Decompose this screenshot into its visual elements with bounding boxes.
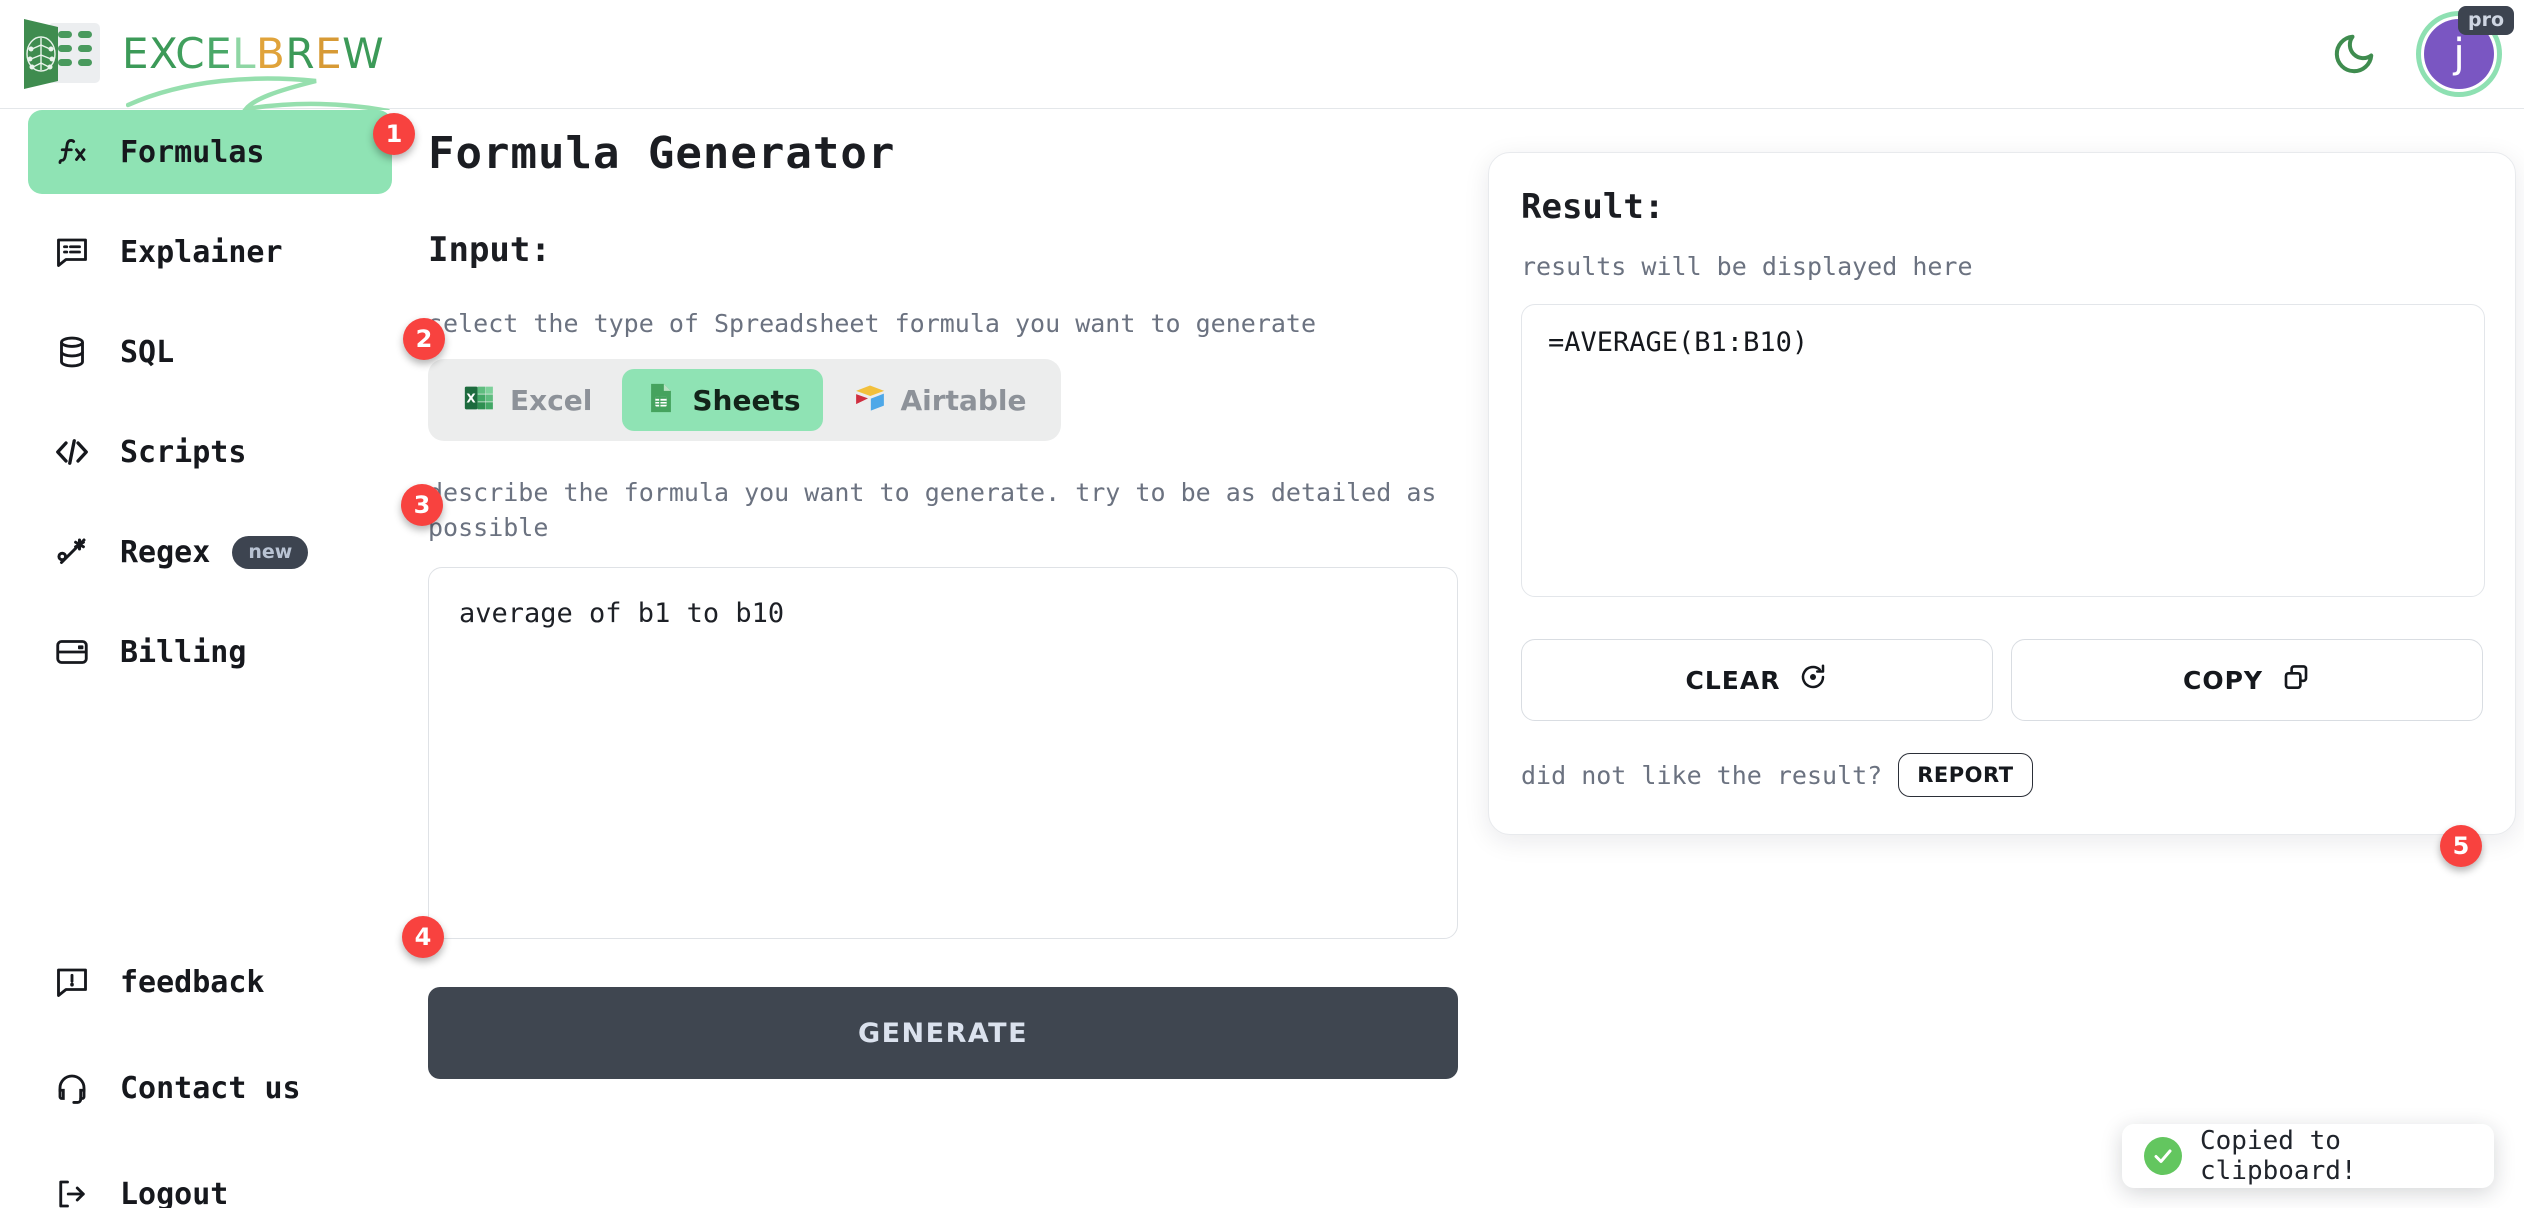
sidebar-badge-new: new <box>232 536 308 569</box>
result-title: Result: <box>1521 187 2483 227</box>
formula-description-input[interactable]: average of b1 to b10 <box>428 567 1458 939</box>
brand-letter: E <box>205 29 232 78</box>
sidebar-item-label: Regex <box>120 535 210 570</box>
brand-letter: E <box>122 29 149 78</box>
code-icon <box>54 434 102 470</box>
sidebar-footer: feedback Contact us <box>0 940 420 1208</box>
feedback-icon <box>54 964 102 1000</box>
check-circle-icon <box>2144 1137 2182 1175</box>
result-output[interactable]: =AVERAGE(B1:B10) <box>1521 304 2485 597</box>
brain-spreadsheet-logo-icon <box>18 15 110 93</box>
credit-card-icon <box>54 634 102 670</box>
sidebar-item-contact-us[interactable]: Contact us <box>28 1046 392 1130</box>
sidebar-item-label: Explainer <box>120 235 283 270</box>
annotation-marker-3: 3 <box>401 484 443 526</box>
avatar[interactable]: j pro <box>2416 11 2502 97</box>
page-title: Formula Generator <box>428 128 895 179</box>
reset-arrow-icon <box>1798 662 1828 698</box>
sidebar-item-explainer[interactable]: Explainer <box>28 210 392 294</box>
copy-button-label: COPY <box>2183 666 2263 695</box>
brand-wordmark: EXCELBREW <box>122 33 384 75</box>
sidebar-item-feedback[interactable]: feedback <box>28 940 392 1024</box>
pro-badge: pro <box>2458 6 2514 35</box>
sidebar-item-label: Contact us <box>120 1071 301 1106</box>
type-option-airtable[interactable]: Airtable <box>831 369 1049 431</box>
sidebar-item-logout[interactable]: Logout <box>28 1152 392 1208</box>
annotation-marker-5: 5 <box>2440 825 2482 867</box>
regex-icon <box>54 534 102 570</box>
brand-letter: E <box>315 29 342 78</box>
type-option-sheets[interactable]: Sheets <box>622 369 822 431</box>
explainer-icon <box>54 234 102 270</box>
type-option-excel[interactable]: X Excel <box>440 369 614 431</box>
type-option-label: Airtable <box>901 384 1027 417</box>
sidebar-item-label: Logout <box>120 1177 228 1208</box>
moon-icon[interactable] <box>2326 26 2382 82</box>
clear-button[interactable]: CLEAR <box>1521 639 1993 721</box>
brand-letter: B <box>256 29 285 78</box>
describe-hint: describe the formula you want to generat… <box>428 475 1458 545</box>
brand-letter: X <box>149 29 175 78</box>
sheets-icon <box>644 381 678 419</box>
report-question: did not like the result? <box>1521 758 1882 793</box>
app-header: EXCELBREW j pro <box>0 0 2524 109</box>
generate-button[interactable]: GENERATE <box>428 987 1458 1079</box>
clear-button-label: CLEAR <box>1686 666 1781 695</box>
report-row: did not like the result? REPORT <box>1521 753 2483 797</box>
input-column: Input: select the type of Spreadsheet fo… <box>428 230 1458 1079</box>
sidebar-item-label: SQL <box>120 335 174 370</box>
annotation-marker-4: 4 <box>402 916 444 958</box>
type-hint: select the type of Spreadsheet formula y… <box>428 306 1458 341</box>
sidebar-item-label: Billing <box>120 635 246 670</box>
sidebar: Formulas Explainer <box>0 110 420 1208</box>
brand-letter: W <box>342 29 384 78</box>
report-button[interactable]: REPORT <box>1898 753 2032 797</box>
excel-icon: X <box>462 381 496 419</box>
copy-button[interactable]: COPY <box>2011 639 2483 721</box>
result-panel: Result: results will be displayed here =… <box>1488 152 2516 835</box>
airtable-icon <box>853 381 887 419</box>
header-actions: j pro <box>2326 11 2524 97</box>
copy-pages-icon <box>2281 662 2311 698</box>
app-root: EXCELBREW j pro <box>0 0 2524 1208</box>
logout-icon <box>54 1176 102 1208</box>
sidebar-item-billing[interactable]: Billing <box>28 610 392 694</box>
toast-message: Copied to clipboard! <box>2200 1126 2494 1186</box>
brand-letter: R <box>285 29 315 78</box>
sidebar-item-label: feedback <box>120 965 265 1000</box>
type-option-label: Excel <box>510 384 592 417</box>
headset-icon <box>54 1070 102 1106</box>
annotation-marker-2: 2 <box>403 318 445 360</box>
input-section-label: Input: <box>428 230 1458 270</box>
sidebar-item-label: Scripts <box>120 435 246 470</box>
sidebar-item-scripts[interactable]: Scripts <box>28 410 392 494</box>
brand-letter: L <box>232 29 256 78</box>
sidebar-item-formulas[interactable]: Formulas <box>28 110 392 194</box>
result-subtitle: results will be displayed here <box>1521 249 2483 284</box>
fx-icon <box>54 134 102 170</box>
brand-logo[interactable]: EXCELBREW <box>0 15 384 93</box>
annotation-marker-1: 1 <box>373 113 415 155</box>
type-option-label: Sheets <box>692 384 800 417</box>
database-icon <box>54 334 102 370</box>
svg-text:X: X <box>466 392 476 406</box>
brand-letter: C <box>175 29 205 78</box>
sidebar-item-sql[interactable]: SQL <box>28 310 392 394</box>
sidebar-item-regex[interactable]: Regex new <box>28 510 392 594</box>
logo-swoosh-icon <box>126 73 396 115</box>
toast-notification: Copied to clipboard! <box>2122 1124 2494 1188</box>
result-action-row: CLEAR COPY <box>1521 639 2483 721</box>
formula-type-selector: X Excel <box>428 359 1061 441</box>
main-content: Formula Generator Input: select the type… <box>420 110 2524 1208</box>
sidebar-item-label: Formulas <box>120 135 265 170</box>
